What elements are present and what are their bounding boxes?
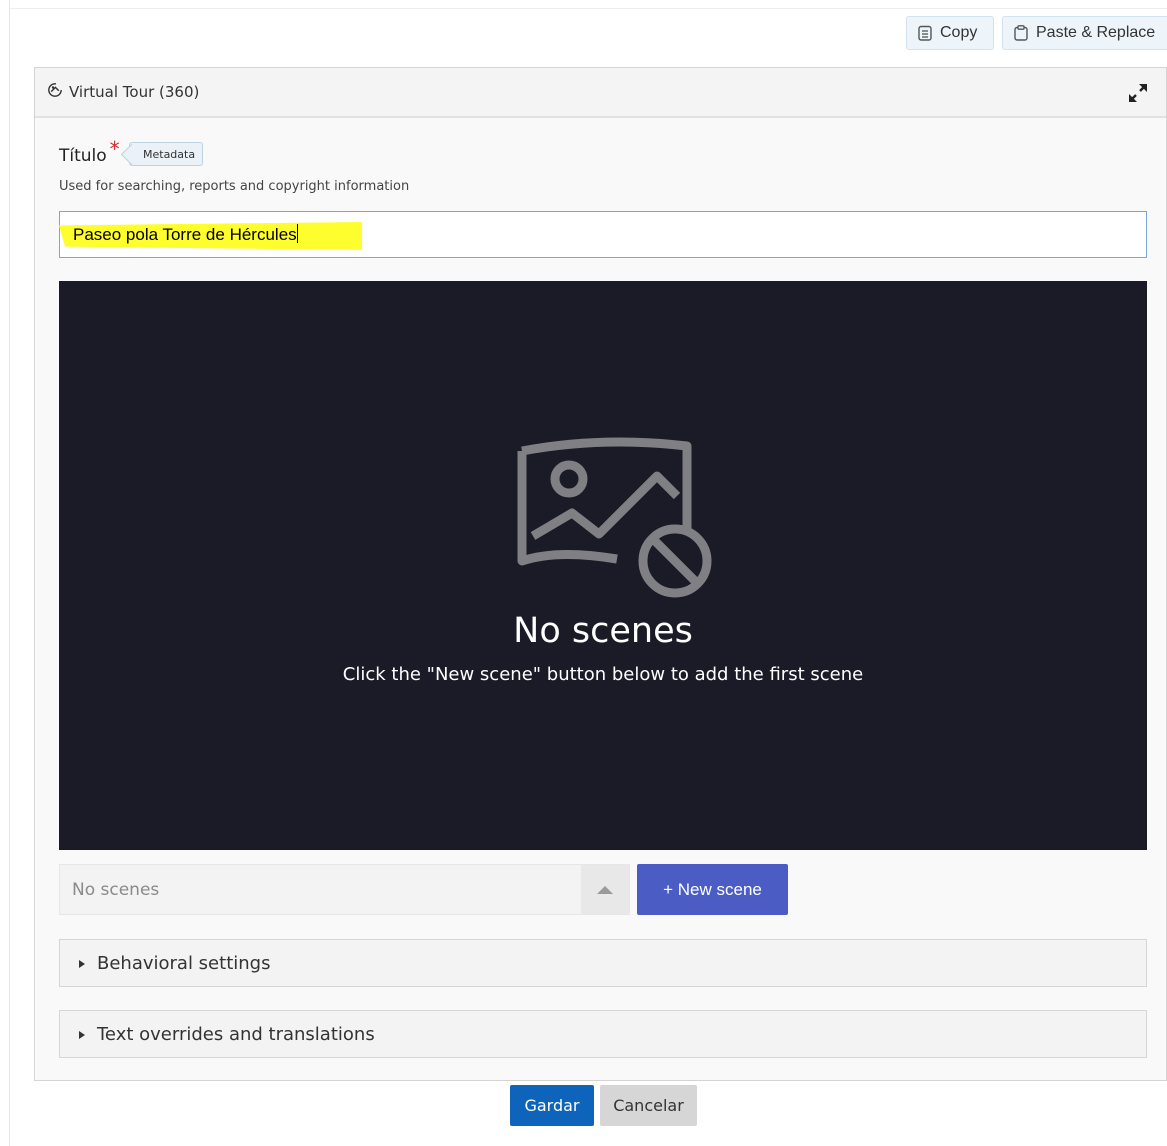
scene-selector[interactable]: No scenes	[59, 864, 630, 915]
title-input[interactable]	[59, 211, 1147, 258]
copy-button[interactable]: Copy	[906, 16, 994, 50]
paste-replace-button-label: Paste & Replace	[1036, 24, 1156, 41]
text-overrides-label: Text overrides and translations	[97, 1023, 375, 1045]
image-unavailable-icon	[517, 436, 717, 610]
required-indicator: *	[109, 137, 120, 161]
title-field-description: Used for searching, reports and copyrigh…	[59, 179, 410, 194]
paste-replace-button[interactable]: Paste & Replace	[1002, 16, 1167, 50]
behavioral-settings-label: Behavioral settings	[97, 952, 271, 974]
empty-state-hint: Click the "New scene" button below to ad…	[342, 664, 864, 685]
metadata-button-label: Metadata	[143, 147, 196, 161]
panorama-360-icon	[47, 82, 63, 102]
text-overrides-toggle[interactable]: Text overrides and translations	[59, 1010, 1147, 1058]
clipboard-paste-icon	[1014, 25, 1028, 41]
caret-up-icon[interactable]	[581, 865, 629, 914]
cancel-button[interactable]: Cancelar	[600, 1085, 697, 1126]
panel-title-text: Virtual Tour (360)	[69, 83, 200, 101]
copy-button-label: Copy	[940, 24, 978, 41]
save-button[interactable]: Gardar	[510, 1085, 594, 1126]
behavioral-settings-toggle[interactable]: Behavioral settings	[59, 939, 1147, 987]
panel-header: Virtual Tour (360)	[35, 68, 1166, 118]
new-scene-button[interactable]: + New scene	[637, 864, 788, 915]
caret-right-icon	[79, 954, 85, 973]
virtual-tour-panel: Virtual Tour (360) Título * Metadata Use…	[34, 67, 1167, 1081]
caret-right-icon	[79, 1025, 85, 1044]
page-top-divider	[10, 8, 1167, 9]
clipboard-copy-icon	[918, 25, 932, 41]
title-field-label: Título *	[59, 137, 120, 168]
empty-state-title: No scenes	[513, 611, 693, 651]
scene-viewer: No scenes Click the "New scene" button b…	[59, 281, 1147, 850]
metadata-button[interactable]: Metadata	[129, 142, 204, 166]
expand-arrows-icon[interactable]	[1126, 81, 1150, 109]
panel-title: Virtual Tour (360)	[47, 82, 199, 102]
title-label-text: Título	[59, 146, 107, 166]
scene-selector-value: No scenes	[72, 880, 160, 900]
page-left-border	[9, 0, 10, 1146]
